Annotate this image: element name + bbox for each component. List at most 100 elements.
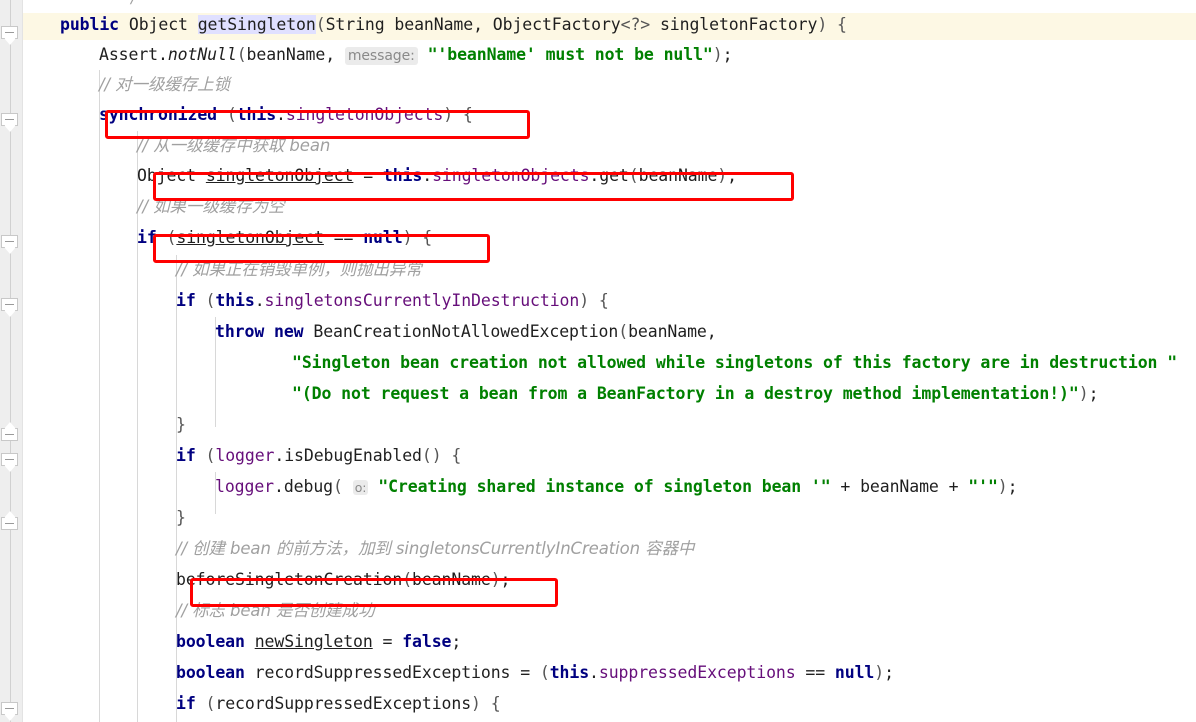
code-token: boolean bbox=[176, 632, 245, 651]
code-token: ) bbox=[817, 15, 828, 34]
collapse-dash-icon bbox=[5, 119, 14, 120]
code-line[interactable]: "(Do not request a bean from a BeanFacto… bbox=[292, 379, 1099, 409]
code-token: ; bbox=[1088, 384, 1099, 403]
code-line[interactable]: if (this.singletonsCurrentlyInDestructio… bbox=[176, 286, 609, 316]
fold-marker-debug-block-end[interactable] bbox=[1, 511, 20, 530]
code-token: <?> bbox=[620, 15, 651, 34]
code-line[interactable]: } bbox=[176, 503, 186, 533]
code-token: { bbox=[451, 446, 462, 465]
code-token: singletonObject bbox=[205, 166, 354, 185]
code-line[interactable]: Assert.notNull(beanName, message: "'bean… bbox=[99, 40, 733, 70]
code-token: ; bbox=[500, 570, 511, 589]
fold-marker-tip-icon bbox=[4, 247, 16, 254]
code-token: beanName bbox=[412, 570, 491, 589]
code-token: Object bbox=[128, 15, 188, 34]
code-token: this bbox=[549, 663, 590, 682]
code-token: ) bbox=[874, 663, 885, 682]
code-token: ) bbox=[1078, 384, 1089, 403]
code-line[interactable]: logger.debug( o: "Creating shared instan… bbox=[215, 472, 1018, 502]
code-token: ) bbox=[471, 694, 481, 713]
code-line[interactable]: "Singleton bean creation not allowed whi… bbox=[292, 348, 1177, 378]
collapse-dash-icon bbox=[5, 708, 14, 709]
code-token: ; bbox=[451, 632, 462, 651]
code-line[interactable]: // 如果正在销毁单例，则抛出异常 bbox=[176, 255, 422, 285]
code-line[interactable]: synchronized (this.singletonObjects) { bbox=[99, 100, 473, 130]
code-line[interactable]: boolean recordSuppressedExceptions = (th… bbox=[176, 658, 894, 688]
code-token: if bbox=[137, 228, 157, 247]
code-token: == bbox=[323, 228, 364, 247]
code-line[interactable]: } bbox=[176, 410, 186, 440]
code-line[interactable]: if (singletonObject == null) { bbox=[137, 223, 432, 253]
code-token: message: bbox=[344, 47, 418, 65]
code-token: suppressedExceptions bbox=[598, 663, 796, 682]
code-token: { bbox=[422, 228, 433, 247]
fold-marker-synchronized-block[interactable] bbox=[1, 113, 20, 132]
code-line[interactable]: public Object getSingleton(String beanNa… bbox=[60, 10, 847, 40]
code-token: ) bbox=[579, 291, 590, 310]
collapse-dash-icon bbox=[5, 523, 14, 524]
code-line[interactable]: beforeSingletonCreation(beanName); bbox=[176, 565, 510, 595]
code-editor-window: */public Object getSingleton(String bean… bbox=[0, 0, 1196, 722]
code-token: null bbox=[834, 663, 875, 682]
code-line[interactable]: Object singletonObject = this.singletonO… bbox=[137, 161, 737, 191]
code-line[interactable]: if (logger.isDebugEnabled() { bbox=[176, 441, 461, 471]
code-token: singletonObjects bbox=[285, 105, 444, 124]
code-token: ( bbox=[226, 105, 237, 124]
fold-marker-if-destruction-block[interactable] bbox=[1, 298, 20, 317]
code-token: ) bbox=[717, 166, 728, 185]
code-token: newSingleton bbox=[254, 632, 373, 651]
code-line[interactable]: // 从一级缓存中获取 bean bbox=[137, 131, 330, 161]
code-token: ( bbox=[205, 291, 216, 310]
collapse-dash-icon bbox=[5, 459, 14, 460]
code-token: recordSuppressedExceptions = bbox=[244, 663, 540, 682]
fold-marker-tip-icon bbox=[4, 422, 16, 429]
fold-marker-tip-icon bbox=[4, 465, 16, 472]
code-token: logger bbox=[215, 477, 275, 496]
code-token: { bbox=[598, 291, 609, 310]
code-line[interactable]: throw new BeanCreationNotAllowedExceptio… bbox=[215, 317, 717, 347]
code-token: } bbox=[176, 415, 186, 434]
code-token: null bbox=[363, 228, 403, 247]
code-token: // 对一级缓存上锁 bbox=[99, 75, 230, 94]
code-token: ( bbox=[236, 45, 247, 64]
fold-marker-tip-icon bbox=[4, 310, 16, 317]
code-line[interactable]: // 如果一级缓存为空 bbox=[137, 192, 284, 222]
code-token: ) bbox=[997, 477, 1008, 496]
code-line[interactable]: // 创建 bean 的前方法，加到 singletonsCurrentlyIn… bbox=[176, 534, 694, 564]
code-token: // 如果一级缓存为空 bbox=[137, 197, 285, 216]
code-token: if bbox=[176, 291, 196, 310]
code-token: ( bbox=[315, 15, 326, 34]
fold-marker-tip-icon bbox=[4, 714, 16, 721]
code-token: ( bbox=[618, 322, 629, 341]
fold-marker-if-null-block[interactable] bbox=[1, 235, 20, 254]
fold-marker-throw-block-end[interactable] bbox=[1, 422, 20, 441]
code-line[interactable]: if (recordSuppressedExceptions) { bbox=[176, 689, 501, 719]
collapse-dash-icon bbox=[5, 304, 14, 305]
code-token: . bbox=[276, 105, 286, 124]
code-token: public bbox=[60, 15, 120, 34]
code-token: ; bbox=[727, 166, 737, 185]
collapse-dash-icon bbox=[5, 241, 14, 242]
code-line[interactable]: boolean newSingleton = false; bbox=[176, 627, 461, 657]
code-token: "'beanName' must not be null" bbox=[427, 45, 713, 64]
fold-marker-record-suppressed-block[interactable] bbox=[1, 702, 20, 721]
code-token: getSingleton bbox=[197, 15, 316, 34]
code-token: ( bbox=[333, 477, 343, 496]
code-token: beanName, bbox=[246, 45, 345, 64]
fold-marker-tip-icon bbox=[4, 38, 16, 45]
editor-text-area[interactable]: */public Object getSingleton(String bean… bbox=[23, 0, 1196, 722]
collapse-dash-icon bbox=[5, 434, 14, 435]
code-line[interactable]: // 标志 bean 是否创建成功 bbox=[176, 596, 374, 626]
code-token: ) bbox=[402, 228, 413, 247]
code-line[interactable]: // 对一级缓存上锁 bbox=[99, 70, 230, 100]
fold-marker-method[interactable] bbox=[1, 26, 20, 45]
code-token: // 创建 bean 的前方法，加到 singletonsCurrentlyIn… bbox=[176, 539, 695, 558]
fold-marker-if-debug-block[interactable] bbox=[1, 453, 20, 472]
